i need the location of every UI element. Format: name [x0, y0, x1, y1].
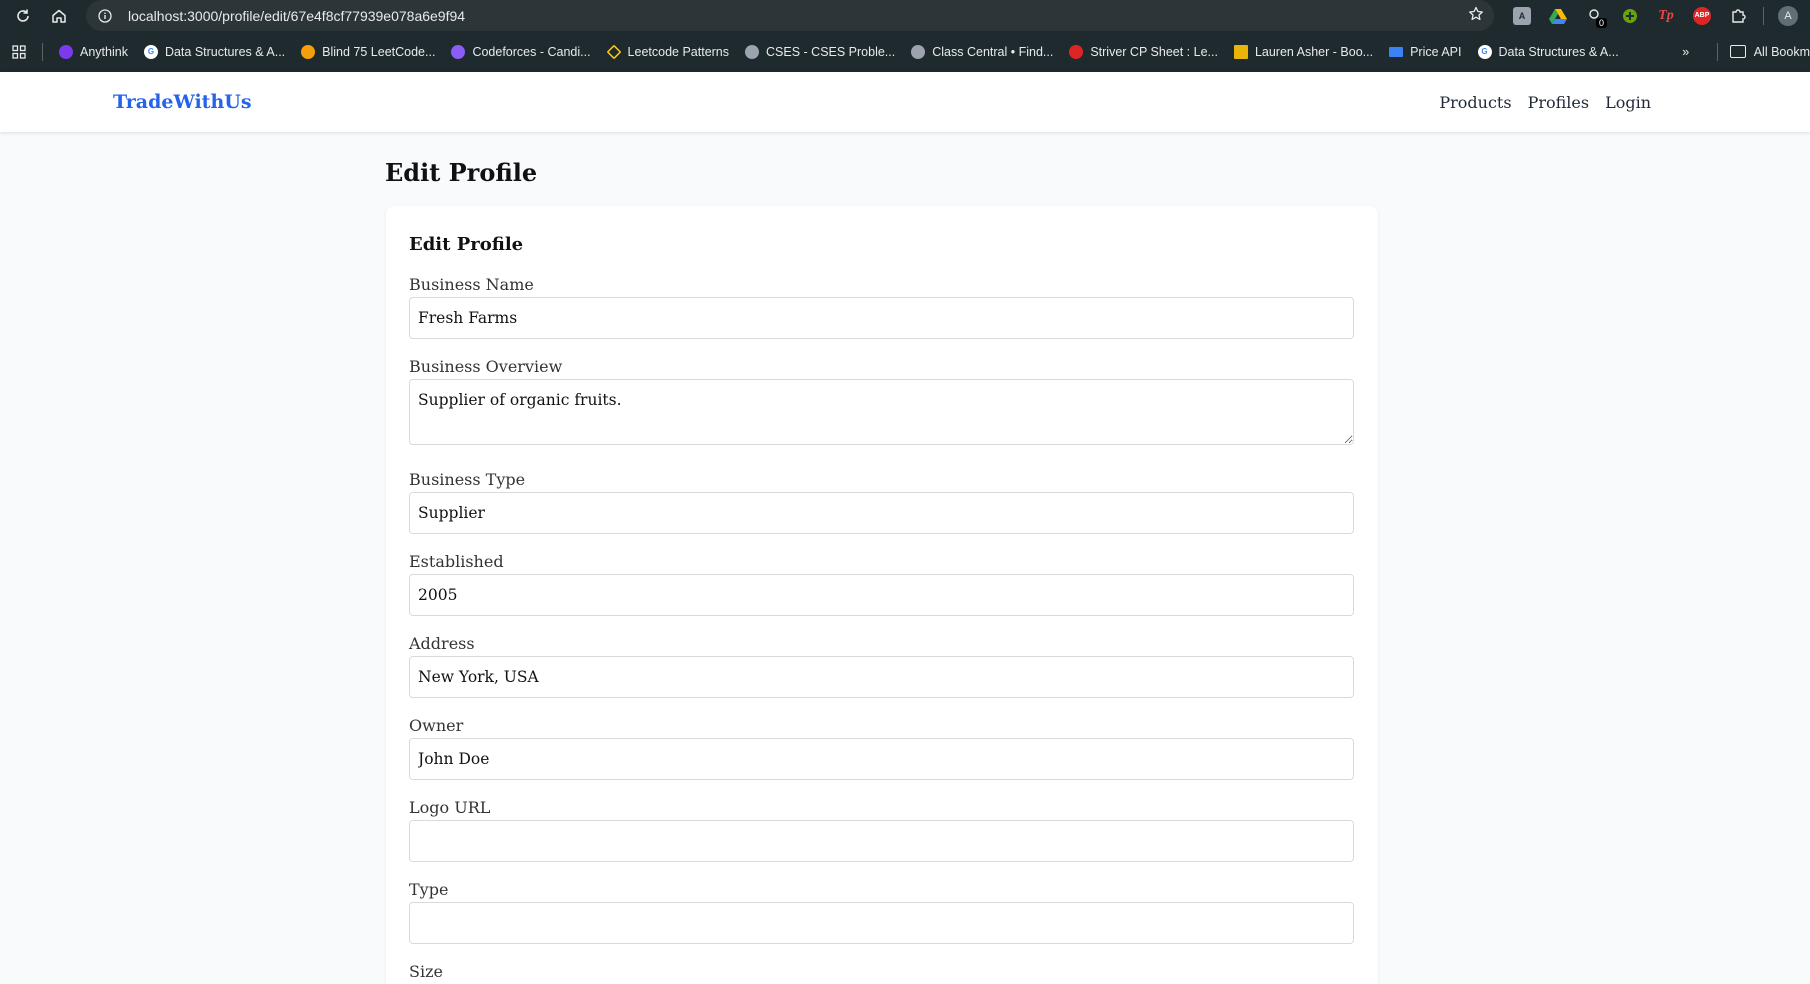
bookmark-label: Class Central • Find...	[932, 44, 1054, 59]
bookmark-label: Anythink	[80, 44, 128, 59]
business-type-input[interactable]	[409, 492, 1354, 534]
plus-circle-icon[interactable]	[1612, 0, 1648, 31]
business-overview-textarea[interactable]: Supplier of organic fruits.	[409, 379, 1354, 445]
tp-icon[interactable]: Tp	[1648, 0, 1684, 31]
owner-input[interactable]	[409, 738, 1354, 780]
avatar[interactable]: A	[1770, 0, 1806, 31]
bookmarks-right: » All Bookm	[1671, 31, 1810, 72]
bookmark-label: Blind 75 LeetCode...	[322, 44, 436, 59]
bookmark-item[interactable]: Lauren Asher - Boo...	[1226, 38, 1381, 66]
url-text: localhost:3000/profile/edit/67e4f8cf7793…	[128, 7, 466, 24]
established-label: Established	[409, 552, 504, 571]
google-icon: G	[1477, 44, 1492, 59]
type-label: Type	[409, 880, 449, 899]
home-icon[interactable]	[41, 0, 77, 31]
codeforces-icon	[451, 44, 466, 59]
divider	[1756, 0, 1770, 31]
extension-badge: 0	[1595, 18, 1607, 28]
bookmark-item[interactable]: Striver CP Sheet : Le...	[1061, 38, 1226, 66]
leetcode-icon	[301, 44, 316, 59]
reload-icon[interactable]	[5, 0, 41, 31]
nav-profiles[interactable]: Profiles	[1528, 93, 1590, 112]
nav-login[interactable]: Login	[1605, 93, 1651, 112]
books-icon	[1233, 44, 1248, 59]
tuf-icon	[1069, 44, 1084, 59]
bookmark-label: Data Structures & A...	[164, 44, 286, 59]
bookmark-label: Price API	[1410, 44, 1462, 59]
established-input[interactable]	[409, 574, 1354, 616]
size-label: Size	[409, 962, 443, 981]
diamond-icon	[606, 44, 621, 59]
apps-grid-icon[interactable]	[8, 41, 30, 63]
owner-label: Owner	[409, 716, 464, 735]
bookmark-label: Lauren Asher - Boo...	[1254, 44, 1374, 59]
business-name-input[interactable]	[409, 297, 1354, 339]
bookmark-star-icon[interactable]	[1468, 6, 1484, 26]
divider	[42, 42, 43, 61]
address-bar[interactable]: localhost:3000/profile/edit/67e4f8cf7793…	[86, 0, 1494, 31]
anythink-icon	[59, 44, 73, 59]
app-header: TradeWithUs Products Profiles Login	[0, 72, 1810, 132]
logo-url-input[interactable]	[409, 820, 1354, 862]
address-input[interactable]	[409, 656, 1354, 698]
google-drive-icon[interactable]	[1540, 0, 1576, 31]
flag-icon	[1389, 46, 1404, 57]
globe-icon	[745, 44, 760, 59]
bookmark-label: Leetcode Patterns	[627, 44, 730, 59]
business-name-label: Business Name	[409, 275, 534, 294]
bookmark-item[interactable]: Codeforces - Candi...	[443, 38, 598, 66]
address-label: Address	[409, 634, 475, 653]
adblock-icon[interactable]: ABP	[1684, 0, 1720, 31]
bookmarks-bar: Anythink G Data Structures & A... Blind 75 …	[0, 31, 1810, 72]
business-type-label: Business Type	[409, 470, 526, 489]
chevron-double-right-icon[interactable]: »	[1671, 45, 1701, 59]
business-overview-label: Business Overview	[409, 357, 563, 376]
bookmark-item[interactable]: G Data Structures & A...	[136, 38, 293, 66]
card-title: Edit Profile	[409, 234, 524, 255]
edit-profile-card: Edit Profile Business Name Business Over…	[386, 206, 1378, 984]
bookmark-label: CSES - CSES Proble...	[766, 44, 896, 59]
profile-initial: A	[1778, 5, 1798, 26]
extension-icon[interactable]: A	[1504, 0, 1540, 31]
bookmark-label: Striver CP Sheet : Le...	[1090, 44, 1218, 59]
bookmark-label: Data Structures & A...	[1498, 44, 1619, 59]
site-info-icon[interactable]	[96, 7, 114, 25]
browser-toolbar: localhost:3000/profile/edit/67e4f8cf7793…	[0, 0, 1810, 31]
puzzle-icon[interactable]	[1720, 0, 1756, 31]
extension-badge-icon[interactable]: 0	[1576, 0, 1612, 31]
bookmark-item[interactable]: Blind 75 LeetCode...	[293, 38, 443, 66]
bookmark-item[interactable]: Anythink	[51, 38, 136, 66]
nav-products[interactable]: Products	[1439, 93, 1511, 112]
globe-icon	[911, 44, 926, 59]
page-title: Edit Profile	[385, 158, 538, 187]
bookmark-item[interactable]: CSES - CSES Proble...	[737, 38, 903, 66]
bookmark-item[interactable]: Leetcode Patterns	[599, 38, 737, 66]
logo-url-label: Logo URL	[409, 798, 491, 817]
bookmark-item[interactable]: Class Central • Find...	[903, 38, 1061, 66]
bookmark-item[interactable]: G Data Structures & A...	[1470, 38, 1627, 66]
brand-logo[interactable]: TradeWithUs	[113, 91, 252, 113]
google-icon: G	[143, 44, 158, 59]
type-input[interactable]	[409, 902, 1354, 944]
bookmark-item[interactable]: Price API	[1381, 38, 1469, 66]
bookmark-label: Codeforces - Candi...	[472, 44, 591, 59]
all-bookmarks-label: All Bookm	[1753, 44, 1810, 59]
folder-icon	[1729, 45, 1746, 58]
bookmark-list: Anythink G Data Structures & A... Blind 75 …	[51, 38, 1627, 66]
main-nav: Products Profiles Login	[1439, 93, 1651, 112]
extensions-area: A 0 Tp ABP A	[1504, 0, 1806, 31]
all-bookmarks-button[interactable]: All Bookm	[1716, 42, 1810, 61]
